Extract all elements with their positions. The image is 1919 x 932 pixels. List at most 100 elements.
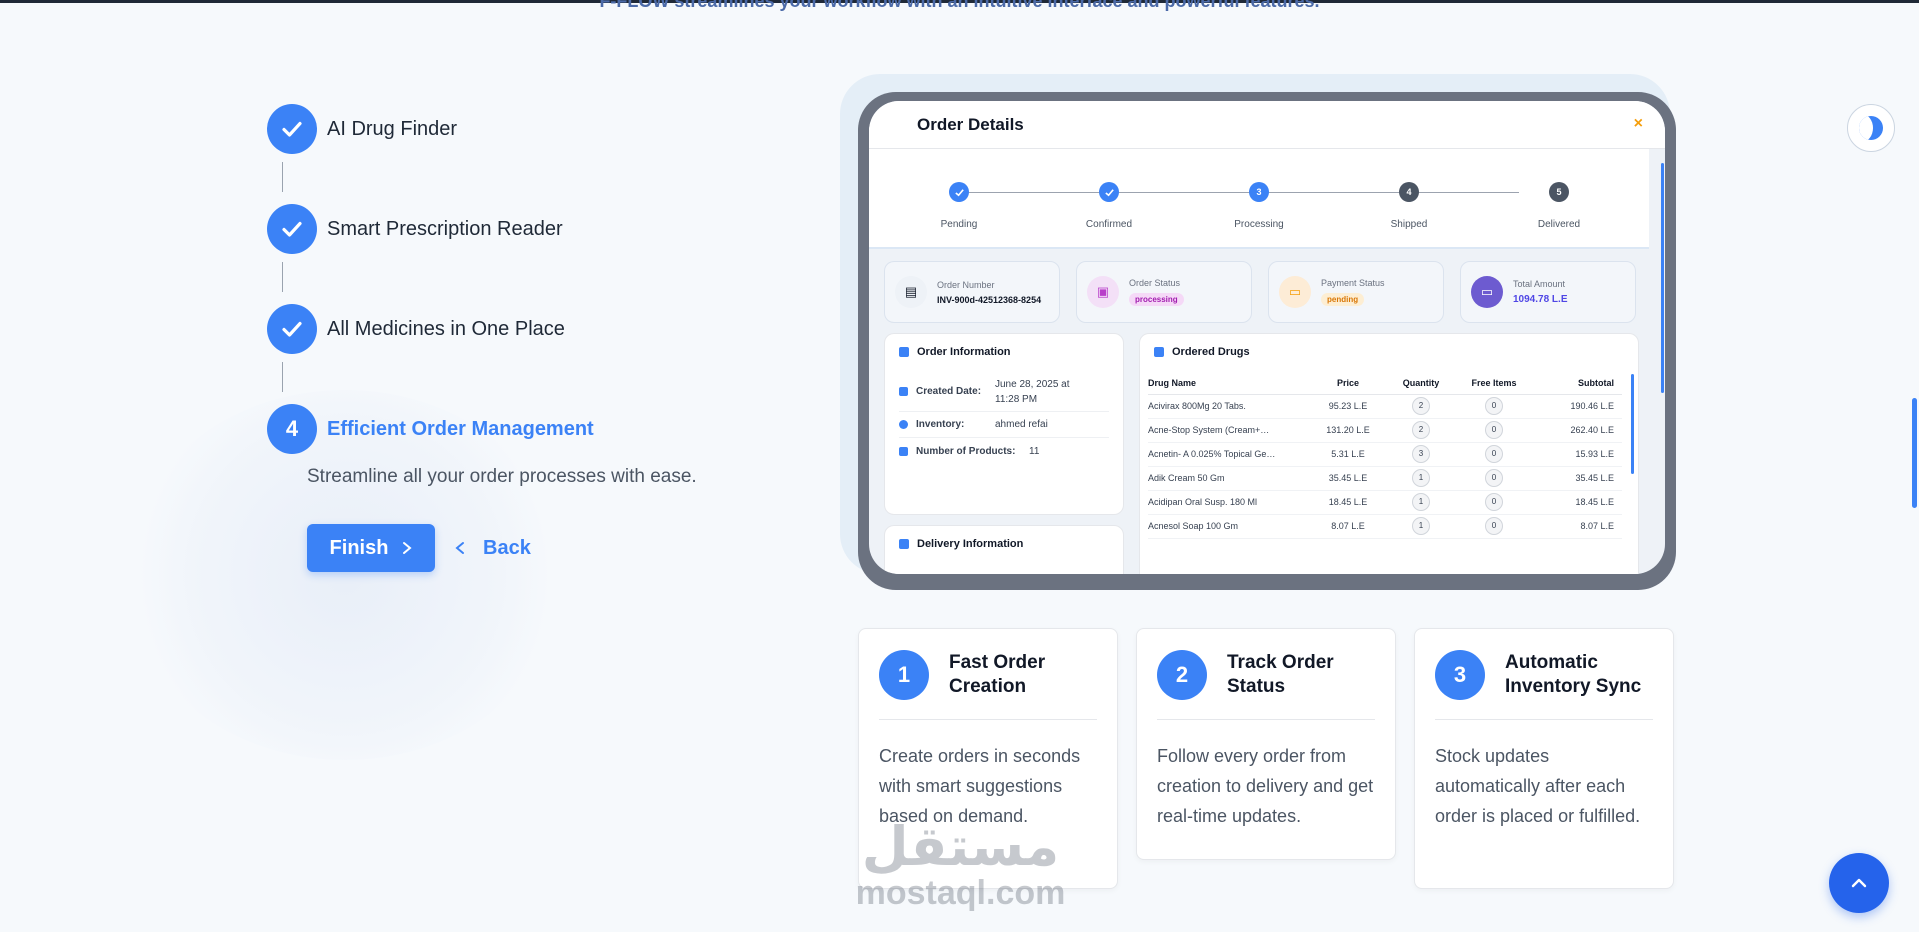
row-value: ahmed refai bbox=[995, 419, 1048, 430]
divider bbox=[1435, 719, 1653, 720]
feature-card-track-order: 2 Track Order Status Follow every order f… bbox=[1136, 628, 1396, 860]
drug-price: 5.31 L.E bbox=[1308, 442, 1388, 467]
drug-subtotal: 15.93 L.E bbox=[1534, 442, 1622, 467]
inventory-row: Inventory: ahmed refai bbox=[899, 412, 1109, 438]
chevron-up-icon bbox=[1851, 878, 1867, 888]
check-icon bbox=[949, 182, 969, 202]
divider bbox=[1157, 719, 1375, 720]
stepper-label: Pending bbox=[940, 219, 978, 230]
panel-title: Ordered Drugs bbox=[1154, 346, 1250, 358]
package-icon bbox=[1154, 347, 1164, 357]
scroll-to-top-button[interactable] bbox=[1829, 853, 1889, 913]
stepper-line bbox=[959, 192, 1519, 193]
table-row: Acne-Stop System (Cream+… 131.20 L.E 2 0… bbox=[1148, 418, 1622, 443]
drug-subtotal: 190.46 L.E bbox=[1534, 394, 1622, 419]
step-label: AI Drug Finder bbox=[327, 117, 458, 140]
feature-title: Track Order Status bbox=[1227, 652, 1334, 697]
finish-button[interactable]: Finish bbox=[307, 524, 435, 572]
ordered-drugs-panel: Ordered Drugs Drug Name Price Quantity F… bbox=[1139, 333, 1639, 574]
theme-toggle-button[interactable] bbox=[1847, 104, 1895, 152]
divider bbox=[879, 719, 1097, 720]
created-date-row: Created Date: June 28, 2025 at 11:28 PM bbox=[899, 372, 1109, 412]
chevron-left-icon bbox=[455, 542, 464, 554]
row-value: 11:28 PM bbox=[995, 393, 1038, 405]
drug-subtotal: 8.07 L.E bbox=[1534, 514, 1622, 539]
modal-scrollbar[interactable] bbox=[1661, 163, 1664, 393]
device-frame: Order Details × Pending Confirmed 3 Proc… bbox=[858, 92, 1676, 590]
table-row: Acnesol Soap 100 Gm 8.07 L.E 1 0 8.07 L.… bbox=[1148, 514, 1622, 539]
step-connector bbox=[282, 362, 283, 392]
step-efficient-order-management[interactable]: 4 Efficient Order Management bbox=[267, 404, 594, 454]
delivery-information-panel: Delivery Information bbox=[884, 525, 1124, 574]
panel-title-text: Ordered Drugs bbox=[1172, 346, 1250, 358]
row-label: Number of Products: bbox=[916, 445, 1016, 457]
panel-title: Order Information bbox=[899, 346, 1011, 358]
card-value: INV-900d-42512368-8254 bbox=[937, 294, 1042, 305]
page-scrollbar[interactable] bbox=[1912, 398, 1917, 508]
order-information-panel: Order Information Created Date: June 28,… bbox=[884, 333, 1124, 515]
payment-badge: pending bbox=[1321, 292, 1365, 306]
back-button[interactable]: Back bbox=[455, 524, 531, 572]
drug-name: Acne-Stop System (Cream+… bbox=[1148, 418, 1308, 443]
money-icon: ▭ bbox=[1279, 276, 1311, 308]
watermark: مستقل mostaql.com bbox=[843, 815, 1078, 913]
close-icon[interactable]: × bbox=[1634, 115, 1643, 133]
stepper-node: 3 bbox=[1249, 182, 1269, 202]
check-icon bbox=[267, 104, 317, 154]
back-label: Back bbox=[483, 536, 531, 559]
stepper-label: Delivered bbox=[1537, 219, 1581, 230]
info-icon bbox=[899, 347, 909, 357]
quantity-badge: 2 bbox=[1412, 397, 1430, 415]
card-label: Order Status bbox=[1129, 277, 1181, 288]
drug-name: Acidipan Oral Susp. 180 Ml bbox=[1148, 490, 1308, 515]
step-label: Smart Prescription Reader bbox=[327, 217, 563, 240]
step-connector bbox=[282, 162, 283, 192]
panel-title: Delivery Information bbox=[899, 538, 1023, 550]
feature-number: 2 bbox=[1157, 650, 1207, 700]
free-items-badge: 0 bbox=[1485, 421, 1503, 439]
status-badge: processing bbox=[1129, 292, 1184, 306]
total-amount-card: ▭ Total Amount 1094.78 L.E bbox=[1460, 261, 1636, 323]
card-label: Payment Status bbox=[1321, 277, 1385, 288]
column-header: Drug Name bbox=[1148, 372, 1308, 395]
order-stepper: Pending Confirmed 3 Processing 4 Shipped… bbox=[869, 149, 1649, 249]
quantity-badge: 1 bbox=[1412, 517, 1430, 535]
products-row: Number of Products: 11 bbox=[899, 438, 1109, 464]
stepper-label: Confirmed bbox=[1085, 219, 1133, 230]
free-items-badge: 0 bbox=[1485, 517, 1503, 535]
step-smart-prescription-reader[interactable]: Smart Prescription Reader bbox=[267, 204, 563, 254]
step-all-medicines[interactable]: All Medicines in One Place bbox=[267, 304, 565, 354]
feature-title: Fast Order Creation bbox=[949, 652, 1046, 697]
document-icon: ▤ bbox=[895, 276, 927, 308]
order-details-header: Order Details × bbox=[869, 101, 1665, 149]
feature-card-inventory-sync: 3 Automatic Inventory Sync Stock updates … bbox=[1414, 628, 1674, 889]
watermark-latin: mostaql.com bbox=[855, 874, 1066, 912]
drug-price: 95.23 L.E bbox=[1308, 394, 1388, 419]
watermark-arabic: مستقل bbox=[861, 815, 1060, 878]
check-icon bbox=[267, 204, 317, 254]
drug-name: Acnesol Soap 100 Gm bbox=[1148, 514, 1308, 539]
drug-name: Acivirax 800Mg 20 Tabs. bbox=[1148, 394, 1308, 419]
free-items-badge: 0 bbox=[1485, 445, 1503, 463]
step-ai-drug-finder[interactable]: AI Drug Finder bbox=[267, 104, 457, 154]
drug-price: 8.07 L.E bbox=[1308, 514, 1388, 539]
feature-number: 1 bbox=[879, 650, 929, 700]
money-icon: ▭ bbox=[1471, 276, 1503, 308]
finish-label: Finish bbox=[329, 536, 389, 559]
stepper-label: Processing bbox=[1234, 219, 1284, 230]
drug-subtotal: 35.45 L.E bbox=[1534, 466, 1622, 491]
check-icon bbox=[267, 304, 317, 354]
row-label: Created Date: bbox=[916, 386, 982, 397]
drug-price: 35.45 L.E bbox=[1308, 466, 1388, 491]
order-status-card: ▣ Order Status processing bbox=[1076, 261, 1252, 323]
feature-number: 3 bbox=[1435, 650, 1485, 700]
table-scrollbar[interactable] bbox=[1631, 374, 1634, 474]
step-label: All Medicines in One Place bbox=[327, 317, 565, 340]
panel-title-text: Order Information bbox=[917, 346, 1011, 358]
drug-price: 18.45 L.E bbox=[1308, 490, 1388, 515]
quantity-badge: 2 bbox=[1412, 421, 1430, 439]
feature-title: Automatic Inventory Sync bbox=[1505, 652, 1642, 697]
panel-title-text: Delivery Information bbox=[917, 538, 1024, 550]
calendar-icon bbox=[899, 387, 908, 396]
table-row: Adik Cream 50 Gm 35.45 L.E 1 0 35.45 L.E bbox=[1148, 466, 1622, 491]
